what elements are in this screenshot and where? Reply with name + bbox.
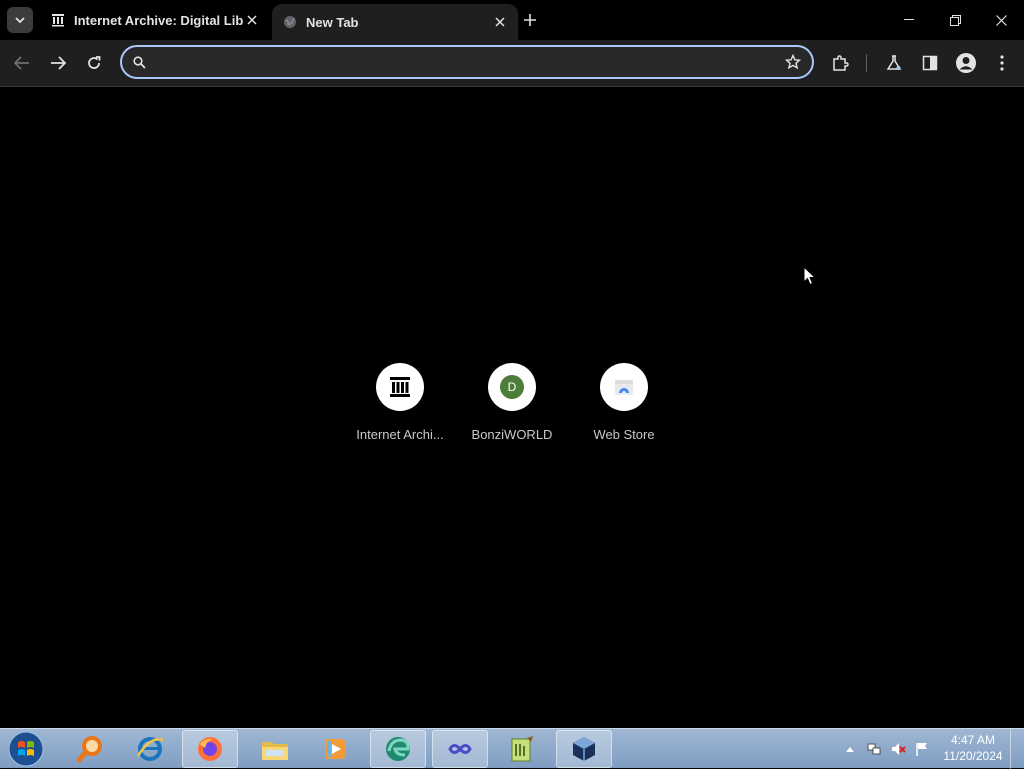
extensions-button[interactable] [826, 49, 854, 77]
browser-window: Internet Archive: Digital Library New Ta… [0, 0, 1024, 87]
archive-icon [376, 363, 424, 411]
flask-icon [886, 55, 902, 70]
volume-muted-icon[interactable] [888, 729, 908, 769]
archive-icon [50, 12, 66, 28]
network-icon[interactable] [864, 729, 884, 769]
system-clock[interactable]: 4:47 AM 11/20/2024 [940, 732, 1006, 764]
mouse-cursor-icon [803, 266, 817, 286]
taskbar-firefox[interactable] [182, 730, 238, 768]
internet-explorer-icon [136, 737, 164, 761]
taskbar-edge[interactable] [370, 730, 426, 768]
media-player-icon [325, 739, 345, 759]
search-icon [130, 53, 148, 71]
taskbar-search-app[interactable] [62, 730, 118, 768]
forward-button[interactable] [44, 49, 72, 77]
taskbar-internet-explorer[interactable] [122, 730, 178, 768]
firefox-icon [198, 737, 222, 761]
labs-button[interactable] [880, 49, 908, 77]
tab-search-button[interactable] [7, 7, 33, 33]
back-button[interactable] [8, 49, 36, 77]
minimize-button[interactable] [886, 0, 932, 40]
show-hidden-icons-button[interactable] [842, 729, 858, 769]
tab-new-tab[interactable]: New Tab [272, 4, 518, 40]
clock-time: 4:47 AM [950, 733, 996, 747]
shortcut-internet-archive[interactable]: Internet Archi... [344, 363, 456, 453]
back-arrow-icon [14, 56, 29, 70]
taskbar-media-player[interactable] [307, 730, 363, 768]
side-panel-button[interactable] [916, 49, 944, 77]
tab-title: Internet Archive: Digital Library [74, 12, 244, 28]
new-tab-page: Internet Archi... D BonziWORLD Web Store [0, 87, 1024, 728]
close-icon [995, 14, 1007, 26]
toolbar [0, 40, 1024, 86]
avatar-icon [956, 53, 976, 73]
restore-button[interactable] [932, 0, 978, 40]
shortcut-label: BonziWORLD [471, 427, 553, 442]
restore-icon [949, 14, 961, 26]
taskbar-file-explorer[interactable] [247, 730, 303, 768]
taskbar-virtualbox[interactable] [556, 730, 612, 768]
close-window-button[interactable] [978, 0, 1024, 40]
new-tab-button[interactable] [519, 9, 541, 31]
minimize-icon [904, 19, 914, 20]
address-input[interactable] [154, 51, 774, 73]
action-center-flag-icon[interactable] [912, 729, 932, 769]
notepad-icon [511, 736, 533, 762]
close-icon[interactable] [244, 12, 260, 28]
taskbar-notepad-plus-plus[interactable] [494, 730, 550, 768]
tab-internet-archive[interactable]: Internet Archive: Digital Library [40, 0, 270, 40]
kebab-menu-icon [1000, 55, 1004, 71]
clock-date: 11/20/2024 [943, 749, 1003, 763]
shortcut-bonziworld[interactable]: D BonziWORLD [456, 363, 568, 453]
globe-icon [282, 14, 298, 30]
shortcut-label: Internet Archi... [356, 427, 444, 442]
tab-strip: Internet Archive: Digital Library New Ta… [0, 0, 1024, 40]
profile-button[interactable] [952, 49, 980, 77]
bookmark-star-icon[interactable] [784, 53, 802, 71]
forward-arrow-icon [51, 56, 66, 70]
tab-title: New Tab [306, 14, 359, 30]
chevron-down-icon [15, 17, 25, 23]
reload-button[interactable] [80, 49, 108, 77]
taskbar-visual-studio[interactable] [432, 730, 488, 768]
shortcut-web-store[interactable]: Web Store [568, 363, 680, 453]
windows-logo-icon [8, 731, 44, 767]
side-panel-icon [922, 55, 938, 71]
virtualbox-icon [573, 737, 595, 761]
shortcut-label: Web Store [593, 427, 655, 442]
folder-icon [262, 742, 288, 760]
letter-d-icon: D [488, 363, 536, 411]
address-bar[interactable] [120, 45, 814, 79]
close-icon[interactable] [492, 14, 508, 30]
taskbar: 4:47 AM 11/20/2024 [0, 728, 1024, 769]
web-store-icon [600, 363, 648, 411]
menu-button[interactable] [988, 49, 1016, 77]
edge-icon [386, 737, 410, 761]
magnifier-icon [76, 736, 102, 763]
start-button[interactable] [4, 730, 48, 768]
plus-icon [524, 14, 536, 26]
letter-badge: D [500, 375, 524, 399]
chevron-up-icon [846, 747, 854, 752]
infinity-icon [448, 744, 472, 754]
puzzle-icon [833, 55, 849, 71]
reload-icon [88, 56, 101, 69]
show-desktop-button[interactable] [1010, 729, 1024, 769]
toolbar-divider [866, 54, 867, 72]
